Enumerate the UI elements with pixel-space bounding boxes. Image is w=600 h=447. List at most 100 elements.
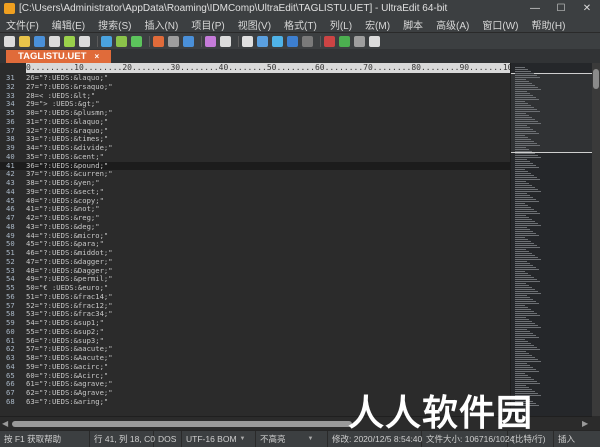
minimap-line [515, 311, 534, 312]
tab-taglistu[interactable]: TAGLISTU.UET × [6, 50, 112, 63]
open-folder-icon[interactable] [19, 35, 30, 47]
play-icon[interactable] [131, 35, 142, 47]
tab-close-icon[interactable]: × [94, 52, 99, 61]
minimap-line [515, 127, 530, 128]
minimap-line [515, 103, 528, 104]
menu-item[interactable]: 视图(V) [238, 17, 271, 32]
bookmark-icon[interactable] [324, 35, 335, 47]
minimap-line [515, 369, 536, 370]
save-icon[interactable] [34, 35, 45, 47]
replace-icon[interactable] [272, 35, 283, 47]
find-in-files-icon[interactable] [257, 35, 268, 47]
status-insert-mode[interactable]: 插入 [554, 431, 600, 447]
minimap-line [515, 159, 527, 160]
minimap-line [515, 123, 541, 124]
minimap-line [515, 67, 525, 68]
menu-item[interactable]: 格式(T) [284, 17, 317, 32]
forward-icon[interactable] [116, 35, 127, 47]
minimap-line [515, 247, 540, 248]
minimap-line [515, 169, 525, 170]
minimap-line [515, 345, 534, 346]
cut-icon[interactable] [153, 35, 164, 47]
find-icon[interactable] [242, 35, 253, 47]
paste-icon[interactable] [183, 35, 194, 47]
minimap[interactable] [510, 63, 592, 416]
gear-icon[interactable] [354, 35, 365, 47]
maximize-button[interactable]: ☐ [548, 0, 574, 17]
editor-pane[interactable]: 0.........10........20........30........… [0, 63, 510, 416]
code-lines[interactable]: 31 26="?:UEDS:&laquo;" 32 27="?:UEDS:&rsaqu… [0, 73, 510, 407]
minimap-line [515, 199, 536, 200]
minimap-line [515, 121, 538, 122]
minimap-line [515, 161, 530, 162]
redo-icon[interactable] [220, 35, 231, 47]
menu-item[interactable]: 宏(M) [365, 17, 390, 32]
menu-item[interactable]: 搜索(S) [98, 17, 131, 32]
status-encoding-label: UTF-16 BOM [186, 434, 237, 444]
status-encoding[interactable]: UTF-16 BOM ▼ [182, 430, 256, 447]
minimap-line [515, 71, 531, 72]
minimap-line [515, 343, 531, 344]
menu-item[interactable]: 脚本 [403, 17, 423, 32]
minimap-line [515, 137, 528, 138]
menu-item[interactable]: 编辑(E) [52, 17, 85, 32]
minimap-line [515, 147, 526, 148]
minimap-line [515, 291, 538, 292]
minimap-line [515, 309, 531, 310]
minimap-line [515, 269, 539, 270]
help-icon[interactable] [369, 35, 380, 47]
toolbar-separator [97, 35, 98, 47]
minimap-line [515, 105, 531, 106]
undo-icon[interactable] [205, 35, 216, 47]
menu-item[interactable]: 列(L) [330, 17, 352, 32]
minimap-line [515, 143, 537, 144]
minimap-line [515, 323, 535, 324]
status-line-ending[interactable]: DOS [154, 430, 182, 447]
minimap-line [515, 217, 529, 218]
scroll-left-icon[interactable]: ◀ [2, 419, 8, 428]
minimap-line [515, 377, 531, 378]
minimap-line [515, 381, 537, 382]
horizontal-scroll-thumb[interactable] [12, 421, 352, 427]
minimap-line [515, 361, 541, 362]
menu-item[interactable]: 窗口(W) [482, 17, 518, 32]
minimap-line [515, 241, 531, 242]
minimap-line [515, 213, 540, 214]
back-icon[interactable] [101, 35, 112, 47]
replace-in-files-icon[interactable] [287, 35, 298, 47]
minimap-line [515, 283, 526, 284]
spell-check-icon[interactable] [302, 35, 313, 47]
compare-icon[interactable] [339, 35, 350, 47]
minimap-line [515, 259, 541, 260]
minimap-line [515, 153, 535, 154]
minimize-button[interactable]: — [522, 0, 548, 17]
chevron-down-icon: ▼ [307, 436, 314, 442]
minimap-line [515, 113, 526, 114]
minimap-line [515, 339, 525, 340]
minimap-line [515, 97, 536, 98]
minimap-line [515, 151, 532, 152]
minimap-line [515, 117, 532, 118]
copy-icon[interactable] [168, 35, 179, 47]
vertical-scrollbar[interactable] [592, 63, 600, 416]
menu-item[interactable]: 高级(A) [436, 17, 469, 32]
menu-item[interactable]: 文件(F) [6, 17, 39, 32]
menu-item[interactable]: 插入(N) [144, 17, 178, 32]
status-position[interactable]: 行 41, 列 18, C0 [90, 430, 155, 447]
print-icon[interactable] [64, 35, 75, 47]
minimap-line [515, 327, 541, 328]
minimap-line [515, 231, 533, 232]
line-text[interactable]: 63="?:UEDS:&aring;" [26, 397, 108, 407]
vertical-scroll-thumb[interactable] [593, 69, 599, 89]
menu-item[interactable]: 项目(P) [191, 17, 224, 32]
status-highlight[interactable]: 不高亮 ▼ [256, 430, 328, 447]
menu-item[interactable]: 帮助(H) [532, 17, 566, 32]
scroll-right-icon[interactable]: ▶ [582, 419, 588, 428]
save-all-icon[interactable] [49, 35, 60, 47]
new-file-icon[interactable] [4, 35, 15, 47]
minimap-line [515, 107, 534, 108]
close-button[interactable]: ✕ [574, 0, 600, 17]
minimap-line [515, 111, 540, 112]
print-preview-icon[interactable] [79, 35, 90, 47]
minimap-line [515, 371, 539, 372]
